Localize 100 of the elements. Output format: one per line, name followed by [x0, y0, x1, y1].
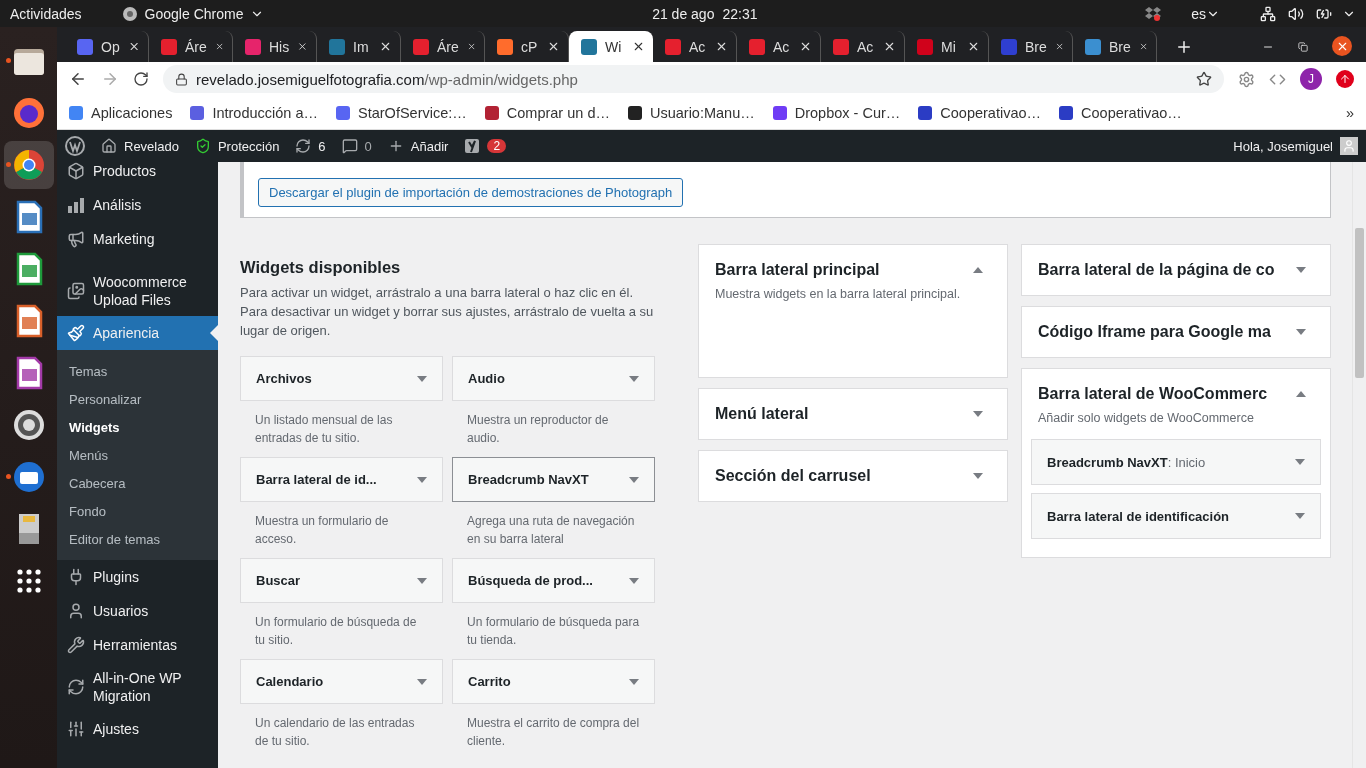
- bookmark-star-icon[interactable]: [1196, 71, 1212, 87]
- menu-item[interactable]: Análisis: [57, 188, 218, 222]
- bookmark-item[interactable]: Aplicaciones: [69, 104, 173, 121]
- comment-icon: [341, 138, 358, 154]
- bookmark-item[interactable]: Cooperativao…: [918, 104, 1042, 121]
- seo-link[interactable]: 2: [464, 138, 507, 154]
- close-icon[interactable]: [967, 40, 980, 53]
- submenu-item[interactable]: Cabecera: [57, 469, 218, 497]
- submenu-item[interactable]: Temas: [57, 357, 218, 385]
- submenu-item[interactable]: Personalizar: [57, 385, 218, 413]
- menu-item[interactable]: Herramientas: [57, 628, 218, 662]
- toggle-icon[interactable]: [973, 410, 983, 418]
- menu-item[interactable]: Plugins: [57, 560, 218, 594]
- widget-item[interactable]: Audio: [452, 356, 655, 401]
- submenu-item[interactable]: Widgets: [57, 413, 218, 441]
- browser-tab[interactable]: Wi: [569, 31, 653, 62]
- widget-description: Muestra un formulario de acceso.: [254, 513, 390, 548]
- sidebar-area-title[interactable]: Menú lateral: [715, 405, 809, 423]
- comments-link[interactable]: 0: [341, 138, 372, 154]
- notification-count: 2: [487, 139, 507, 153]
- upload-icon[interactable]: [1336, 70, 1354, 88]
- download-plugin-button[interactable]: Descargar el plugin de importación de demostraciones de Photograph: [258, 178, 684, 207]
- toggle-icon[interactable]: [973, 266, 983, 274]
- network-icon[interactable]: [1260, 5, 1276, 22]
- toggle-icon[interactable]: [1296, 266, 1306, 274]
- sidebar-area-description: Muestra widgets en la barra lateral principal.: [715, 287, 962, 301]
- sidebar-area-title[interactable]: Sección del carrusel: [715, 467, 871, 485]
- site-link[interactable]: Revelado: [101, 138, 179, 154]
- more-bookmarks-button[interactable]: »: [1345, 104, 1354, 121]
- sidebar-area-description: Añadir solo widgets de WooCommerce: [1038, 411, 1255, 425]
- close-icon[interactable]: [883, 40, 896, 53]
- close-icon[interactable]: [715, 40, 728, 53]
- widget-item[interactable]: Carrito: [452, 659, 655, 704]
- sidebar-area-title[interactable]: Barra lateral de WooCommerc: [1038, 385, 1268, 403]
- volume-icon[interactable]: [1288, 5, 1304, 22]
- sidebar-area-title[interactable]: Barra lateral principal: [715, 261, 880, 279]
- gear-icon[interactable]: [1238, 70, 1255, 88]
- bookmark-item[interactable]: Introducción a…: [190, 104, 318, 121]
- date-text[interactable]: 21 de ago: [652, 5, 715, 22]
- submenu-item[interactable]: Menús: [57, 441, 218, 469]
- close-icon[interactable]: [127, 40, 140, 53]
- menu-item[interactable]: Woocommerce Upload Files: [57, 266, 218, 316]
- submenu-item[interactable]: Editor de temas: [57, 525, 218, 553]
- submenu-item[interactable]: Fondo: [57, 497, 218, 525]
- scrollbar[interactable]: [1352, 162, 1366, 768]
- widget-description: Muestra el carrito de compra del cliente.: [466, 715, 641, 750]
- toggle-icon[interactable]: [1296, 390, 1306, 398]
- profile-avatar[interactable]: J: [1300, 68, 1322, 90]
- add-new-link[interactable]: Añadir: [387, 138, 449, 154]
- widget-item[interactable]: Barra lateral de id...: [240, 457, 443, 502]
- widget-item[interactable]: Búsqueda de prod...: [452, 558, 655, 603]
- dropbox-icon[interactable]: [1145, 6, 1162, 21]
- widget-item[interactable]: Barra lateral de identificación: [1031, 493, 1321, 539]
- sidebar-area-title[interactable]: Código Iframe para Google ma: [1038, 323, 1271, 341]
- bookmark-item[interactable]: Usuario:Manu…: [627, 104, 755, 121]
- menu-item[interactable]: Marketing: [57, 222, 218, 256]
- bookmark-item[interactable]: StarOfService:…: [336, 104, 467, 121]
- bookmark-item[interactable]: Cooperativao…: [1059, 104, 1182, 121]
- close-icon[interactable]: [632, 40, 645, 53]
- widget-item[interactable]: Archivos: [240, 356, 443, 401]
- widget-item[interactable]: Breadcrumb NavXT: Inicio: [1031, 439, 1321, 485]
- close-icon[interactable]: [799, 40, 812, 53]
- menu-item[interactable]: Apariencia: [57, 316, 218, 350]
- box-icon: [67, 162, 85, 180]
- restore-icon: [1298, 41, 1308, 52]
- wordpress-logo-icon[interactable]: [65, 136, 85, 156]
- address-bar[interactable]: revelado.josemiguelfotografia.com/wp-admin/widgets.php: [163, 65, 1224, 93]
- menu-item[interactable]: Usuarios: [57, 594, 218, 628]
- widget-item[interactable]: Calendario: [240, 659, 443, 704]
- security-link[interactable]: Protección: [194, 138, 280, 154]
- account-menu[interactable]: Hola, Josemiguel: [1233, 138, 1333, 154]
- toggle-icon[interactable]: [973, 472, 983, 480]
- sidebar-area-title[interactable]: Barra lateral de la página de co: [1038, 261, 1275, 279]
- widget-item[interactable]: Buscar: [240, 558, 443, 603]
- menu-item[interactable]: All-in-One WP Migration: [57, 662, 218, 712]
- activities-button[interactable]: Actividades: [10, 5, 82, 22]
- close-icon[interactable]: [297, 40, 308, 53]
- close-button[interactable]: [1332, 36, 1352, 56]
- menu-item[interactable]: Productos: [57, 162, 218, 188]
- bookmark-item[interactable]: Comprar un d…: [484, 104, 610, 121]
- seo-plugin-icon: [464, 138, 481, 154]
- language-menu[interactable]: es: [1191, 5, 1206, 22]
- close-icon[interactable]: [547, 40, 560, 53]
- widget-item[interactable]: Breadcrumb NavXT: [452, 457, 655, 502]
- dock-item[interactable]: [3, 141, 54, 189]
- close-icon[interactable]: [379, 40, 392, 53]
- menu-item[interactable]: Ajustes: [57, 712, 218, 746]
- app-menu[interactable]: Google Chrome: [144, 5, 244, 22]
- home-icon: [101, 138, 117, 154]
- widget-description: Un calendario de las entradas de tu sitio.: [254, 715, 416, 750]
- reload-icon[interactable]: [133, 71, 149, 87]
- section-description: Para activar un widget, arrástralo a una barra lateral o haz clic en él. Para desactivar un widget y borrar sus ajustes, arrástralo de vuelta a su lugar de origen.: [240, 284, 655, 340]
- section-heading: Widgets disponibles: [240, 258, 402, 277]
- refresh-icon: [295, 138, 312, 154]
- clock-text[interactable]: 22:31: [722, 5, 758, 22]
- toggle-icon[interactable]: [1296, 328, 1306, 336]
- updates-link[interactable]: 6: [295, 138, 326, 154]
- bookmark-item[interactable]: Dropbox - Cur…: [772, 104, 901, 121]
- back-icon[interactable]: [69, 70, 87, 88]
- user-icon: [67, 602, 85, 620]
